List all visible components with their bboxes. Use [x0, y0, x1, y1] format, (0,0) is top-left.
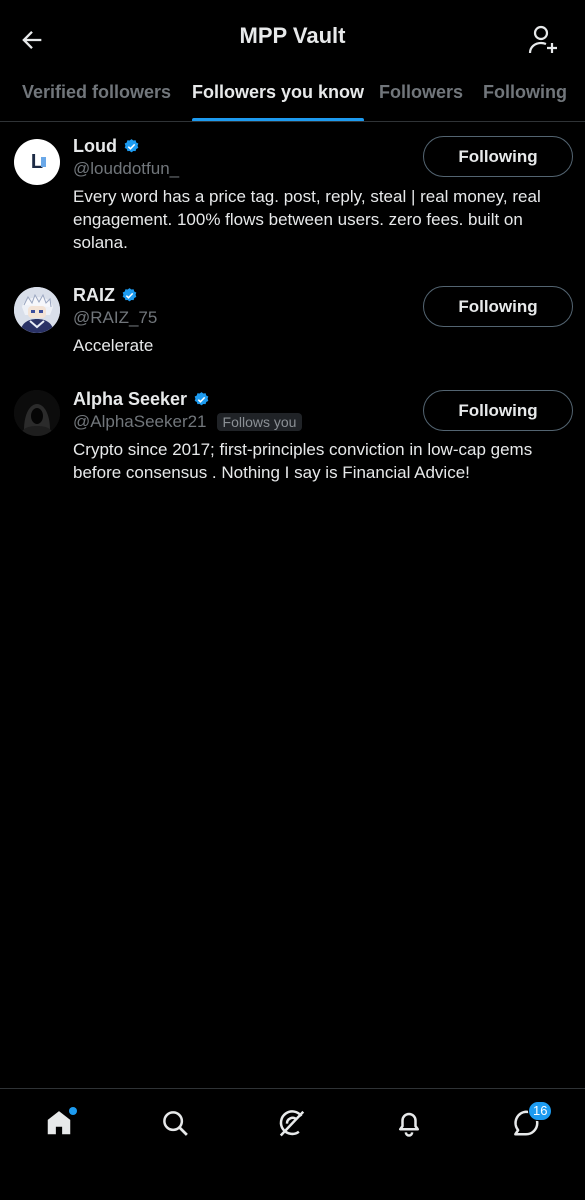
- bell-icon: [399, 1112, 419, 1137]
- user-bio: Accelerate: [73, 336, 154, 355]
- person-plus-icon[interactable]: [527, 24, 559, 56]
- nav-messages[interactable]: 16: [508, 1101, 553, 1141]
- verified-badge-icon: [124, 139, 139, 153]
- user-name[interactable]: RAIZ: [73, 285, 115, 306]
- following-button[interactable]: Following: [423, 286, 573, 327]
- user-handle: @AlphaSeeker21: [73, 412, 207, 431]
- nav-grok[interactable]: [274, 1105, 310, 1141]
- avatar[interactable]: [14, 390, 60, 436]
- avatar-accent: [41, 157, 46, 167]
- user-bio: Crypto since 2017; first-principles conv…: [73, 440, 533, 482]
- unread-dot: [69, 1107, 77, 1115]
- user-row-raiz[interactable]: RAIZ @RAIZ_75 Accelerate Following: [0, 272, 585, 376]
- tab-bar: Verified followers Followers you know Fo…: [0, 72, 585, 122]
- tab-verified-followers[interactable]: Verified followers: [22, 72, 171, 121]
- bottom-navigation: 16: [0, 1088, 585, 1200]
- user-name[interactable]: Loud: [73, 136, 117, 157]
- search-icon: [163, 1111, 188, 1136]
- avatar[interactable]: L: [14, 139, 60, 185]
- verified-badge-icon: [194, 392, 209, 406]
- tab-followers-you-know[interactable]: Followers you know: [192, 72, 365, 121]
- user-handle: @louddotfun_: [73, 159, 180, 178]
- user-handle: @RAIZ_75: [73, 308, 158, 327]
- top-bar: MPP Vault: [0, 0, 585, 72]
- page-title: MPP Vault: [239, 23, 346, 48]
- following-button[interactable]: Following: [423, 390, 573, 431]
- user-name[interactable]: Alpha Seeker: [73, 389, 187, 410]
- arrow-left-icon[interactable]: [18, 26, 46, 54]
- follows-you-badge: Follows you: [216, 413, 303, 431]
- following-button[interactable]: Following: [423, 136, 573, 177]
- nav-notifications[interactable]: [391, 1105, 427, 1141]
- user-row-alpha-seeker[interactable]: Alpha Seeker @AlphaSeeker21 Follows you …: [0, 376, 585, 496]
- active-tab-indicator: [192, 117, 365, 121]
- nav-home[interactable]: [41, 1105, 77, 1141]
- tab-followers[interactable]: Followers: [379, 72, 463, 121]
- user-row-loud[interactable]: L Loud @louddotfun_ Every word has a pri…: [0, 122, 585, 272]
- nav-search[interactable]: [157, 1105, 193, 1141]
- verified-badge-icon: [122, 288, 137, 302]
- tab-following[interactable]: Following: [483, 72, 567, 121]
- avatar-art: [14, 287, 60, 333]
- user-bio: Every word has a price tag. post, reply,…: [73, 187, 541, 252]
- messages-count-badge: 16: [528, 1101, 553, 1121]
- avatar-art: [14, 390, 60, 436]
- grok-icon: [279, 1110, 305, 1137]
- avatar[interactable]: [14, 287, 60, 333]
